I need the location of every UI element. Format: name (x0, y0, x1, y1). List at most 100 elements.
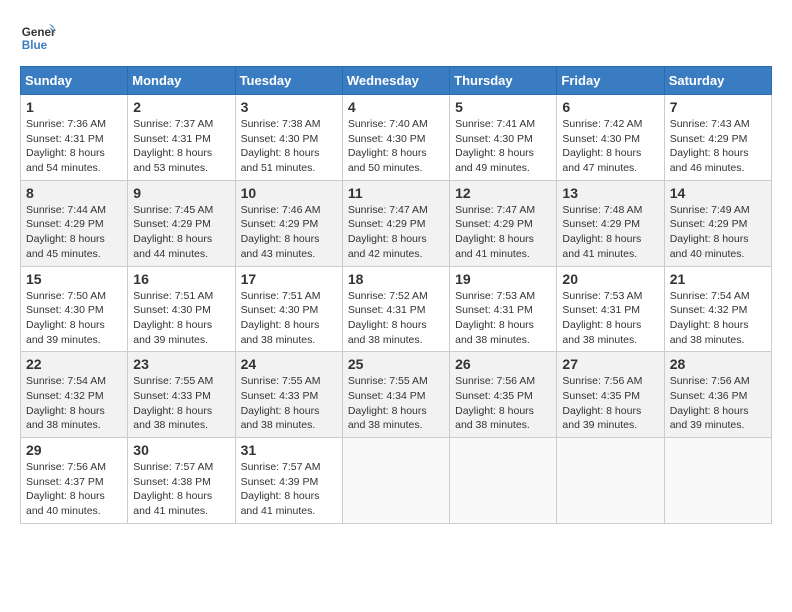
calendar-cell: 3 Sunrise: 7:38 AMSunset: 4:30 PMDaylight… (235, 95, 342, 181)
day-number: 17 (241, 271, 337, 287)
calendar-cell: 8 Sunrise: 7:44 AMSunset: 4:29 PMDaylight… (21, 180, 128, 266)
day-number: 15 (26, 271, 122, 287)
day-info: Sunrise: 7:40 AMSunset: 4:30 PMDaylight:… (348, 117, 444, 176)
calendar-cell: 5 Sunrise: 7:41 AMSunset: 4:30 PMDaylight… (450, 95, 557, 181)
svg-text:Blue: Blue (22, 39, 48, 52)
logo-icon: General Blue (20, 20, 56, 56)
day-info: Sunrise: 7:51 AMSunset: 4:30 PMDaylight:… (241, 289, 337, 348)
day-number: 1 (26, 99, 122, 115)
day-number: 28 (670, 356, 766, 372)
logo: General Blue (20, 20, 60, 56)
day-info: Sunrise: 7:52 AMSunset: 4:31 PMDaylight:… (348, 289, 444, 348)
day-info: Sunrise: 7:42 AMSunset: 4:30 PMDaylight:… (562, 117, 658, 176)
calendar-cell: 14Sunrise: 7:49 AMSunset: 4:29 PMDayligh… (664, 180, 771, 266)
day-info: Sunrise: 7:56 AMSunset: 4:36 PMDaylight:… (670, 374, 766, 433)
calendar-cell: 17 Sunrise: 7:51 AMSunset: 4:30 PMDayligh… (235, 266, 342, 352)
day-info: Sunrise: 7:48 AMSunset: 4:29 PMDaylight:… (562, 203, 658, 262)
day-info: Sunrise: 7:57 AMSunset: 4:38 PMDaylight:… (133, 460, 229, 519)
weekday-header-friday: Friday (557, 67, 664, 95)
calendar-cell: 4Sunrise: 7:40 AMSunset: 4:30 PMDaylight… (342, 95, 449, 181)
day-number: 13 (562, 185, 658, 201)
day-info: Sunrise: 7:54 AMSunset: 4:32 PMDaylight:… (26, 374, 122, 433)
day-number: 8 (26, 185, 122, 201)
calendar-cell: 13 Sunrise: 7:48 AMSunset: 4:29 PMDayligh… (557, 180, 664, 266)
calendar-cell: 30 Sunrise: 7:57 AMSunset: 4:38 PMDayligh… (128, 438, 235, 524)
day-number: 18 (348, 271, 444, 287)
calendar-header-row: SundayMondayTuesdayWednesdayThursdayFrid… (21, 67, 772, 95)
calendar-cell (450, 438, 557, 524)
day-number: 7 (670, 99, 766, 115)
day-info: Sunrise: 7:43 AMSunset: 4:29 PMDaylight:… (670, 117, 766, 176)
day-info: Sunrise: 7:55 AMSunset: 4:33 PMDaylight:… (241, 374, 337, 433)
day-number: 24 (241, 356, 337, 372)
calendar-cell: 28 Sunrise: 7:56 AMSunset: 4:36 PMDayligh… (664, 352, 771, 438)
calendar-body: 1 Sunrise: 7:36 AMSunset: 4:31 PMDaylight… (21, 95, 772, 524)
calendar-cell: 23Sunrise: 7:55 AMSunset: 4:33 PMDayligh… (128, 352, 235, 438)
calendar-cell: 1 Sunrise: 7:36 AMSunset: 4:31 PMDaylight… (21, 95, 128, 181)
calendar-cell: 15 Sunrise: 7:50 AMSunset: 4:30 PMDayligh… (21, 266, 128, 352)
weekday-header-thursday: Thursday (450, 67, 557, 95)
day-number: 3 (241, 99, 337, 115)
day-info: Sunrise: 7:55 AMSunset: 4:34 PMDaylight:… (348, 374, 444, 433)
calendar-week-row: 29Sunrise: 7:56 AMSunset: 4:37 PMDayligh… (21, 438, 772, 524)
calendar-cell: 18 Sunrise: 7:52 AMSunset: 4:31 PMDayligh… (342, 266, 449, 352)
day-info: Sunrise: 7:44 AMSunset: 4:29 PMDaylight:… (26, 203, 122, 262)
day-info: Sunrise: 7:57 AMSunset: 4:39 PMDaylight:… (241, 460, 337, 519)
calendar-cell (342, 438, 449, 524)
day-number: 5 (455, 99, 551, 115)
day-number: 21 (670, 271, 766, 287)
day-number: 16 (133, 271, 229, 287)
day-info: Sunrise: 7:55 AMSunset: 4:33 PMDaylight:… (133, 374, 229, 433)
calendar-cell: 20Sunrise: 7:53 AMSunset: 4:31 PMDayligh… (557, 266, 664, 352)
weekday-header-saturday: Saturday (664, 67, 771, 95)
day-number: 30 (133, 442, 229, 458)
calendar-cell: 19 Sunrise: 7:53 AMSunset: 4:31 PMDayligh… (450, 266, 557, 352)
day-info: Sunrise: 7:50 AMSunset: 4:30 PMDaylight:… (26, 289, 122, 348)
calendar-cell (557, 438, 664, 524)
calendar-cell: 10 Sunrise: 7:46 AMSunset: 4:29 PMDayligh… (235, 180, 342, 266)
calendar-cell: 21Sunrise: 7:54 AMSunset: 4:32 PMDayligh… (664, 266, 771, 352)
day-info: Sunrise: 7:47 AMSunset: 4:29 PMDaylight:… (455, 203, 551, 262)
day-number: 25 (348, 356, 444, 372)
calendar-cell: 26 Sunrise: 7:56 AMSunset: 4:35 PMDayligh… (450, 352, 557, 438)
calendar-week-row: 15 Sunrise: 7:50 AMSunset: 4:30 PMDayligh… (21, 266, 772, 352)
day-info: Sunrise: 7:36 AMSunset: 4:31 PMDaylight:… (26, 117, 122, 176)
day-number: 6 (562, 99, 658, 115)
day-number: 27 (562, 356, 658, 372)
calendar-cell: 29Sunrise: 7:56 AMSunset: 4:37 PMDayligh… (21, 438, 128, 524)
day-info: Sunrise: 7:38 AMSunset: 4:30 PMDaylight:… (241, 117, 337, 176)
calendar-cell: 25 Sunrise: 7:55 AMSunset: 4:34 PMDayligh… (342, 352, 449, 438)
day-info: Sunrise: 7:47 AMSunset: 4:29 PMDaylight:… (348, 203, 444, 262)
calendar-cell: 12 Sunrise: 7:47 AMSunset: 4:29 PMDayligh… (450, 180, 557, 266)
weekday-header-wednesday: Wednesday (342, 67, 449, 95)
day-info: Sunrise: 7:51 AMSunset: 4:30 PMDaylight:… (133, 289, 229, 348)
day-number: 12 (455, 185, 551, 201)
day-info: Sunrise: 7:56 AMSunset: 4:35 PMDaylight:… (455, 374, 551, 433)
weekday-header-monday: Monday (128, 67, 235, 95)
day-info: Sunrise: 7:45 AMSunset: 4:29 PMDaylight:… (133, 203, 229, 262)
day-number: 19 (455, 271, 551, 287)
day-number: 26 (455, 356, 551, 372)
weekday-header-sunday: Sunday (21, 67, 128, 95)
day-number: 9 (133, 185, 229, 201)
day-number: 10 (241, 185, 337, 201)
calendar-cell: 11 Sunrise: 7:47 AMSunset: 4:29 PMDayligh… (342, 180, 449, 266)
calendar-cell: 7 Sunrise: 7:43 AMSunset: 4:29 PMDaylight… (664, 95, 771, 181)
day-info: Sunrise: 7:41 AMSunset: 4:30 PMDaylight:… (455, 117, 551, 176)
calendar-cell (664, 438, 771, 524)
day-info: Sunrise: 7:53 AMSunset: 4:31 PMDaylight:… (455, 289, 551, 348)
calendar-cell: 22Sunrise: 7:54 AMSunset: 4:32 PMDayligh… (21, 352, 128, 438)
day-number: 11 (348, 185, 444, 201)
day-number: 20 (562, 271, 658, 287)
day-number: 31 (241, 442, 337, 458)
calendar-week-row: 22Sunrise: 7:54 AMSunset: 4:32 PMDayligh… (21, 352, 772, 438)
calendar-cell: 2Sunrise: 7:37 AMSunset: 4:31 PMDaylight… (128, 95, 235, 181)
calendar-cell: 9 Sunrise: 7:45 AMSunset: 4:29 PMDaylight… (128, 180, 235, 266)
day-number: 29 (26, 442, 122, 458)
weekday-header-tuesday: Tuesday (235, 67, 342, 95)
day-info: Sunrise: 7:49 AMSunset: 4:29 PMDaylight:… (670, 203, 766, 262)
day-info: Sunrise: 7:56 AMSunset: 4:35 PMDaylight:… (562, 374, 658, 433)
day-info: Sunrise: 7:46 AMSunset: 4:29 PMDaylight:… (241, 203, 337, 262)
day-info: Sunrise: 7:37 AMSunset: 4:31 PMDaylight:… (133, 117, 229, 176)
svg-text:General: General (22, 26, 56, 39)
